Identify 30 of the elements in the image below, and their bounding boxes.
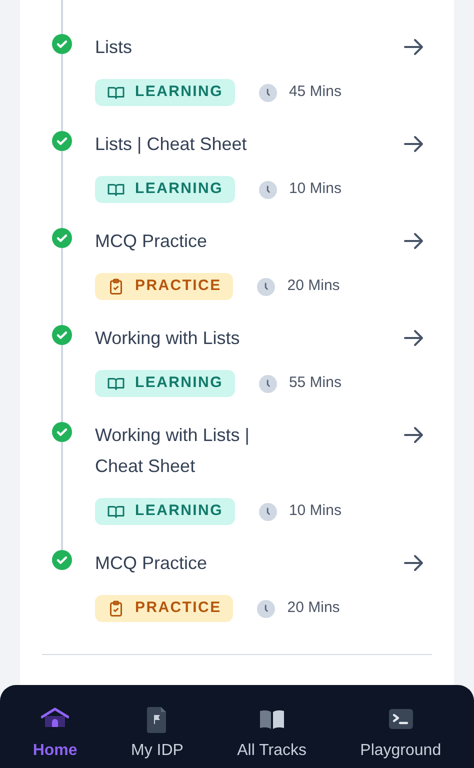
lesson-title[interactable]: Working with Lists [95, 323, 240, 354]
lesson-type-tag: LEARNING [95, 498, 235, 525]
clock-icon [258, 180, 277, 198]
clock-icon [258, 502, 277, 520]
clock-icon [258, 84, 277, 102]
clock-icon [257, 600, 276, 618]
duration-text: 10 Mins [288, 501, 342, 522]
duration-text: 10 Mins [288, 179, 342, 200]
lesson-type-tag: LEARNING [95, 79, 235, 106]
lesson-title[interactable]: MCQ Practice [95, 226, 208, 257]
lesson-type-tag: PRACTICE [95, 595, 234, 622]
nav-tab[interactable]: Home [28, 685, 82, 768]
duration-text: 20 Mins [287, 276, 340, 296]
clipboard-check-icon [107, 600, 125, 618]
lesson-title[interactable]: Lists | Cheat Sheet [95, 129, 247, 160]
duration-text: 20 Mins [287, 598, 340, 618]
lesson-title[interactable]: Working with Lists | Cheat Sheet [95, 420, 285, 482]
duration-text: 45 Mins [288, 82, 342, 102]
nav-tab[interactable]: Playground [356, 685, 446, 768]
nav-tab[interactable]: All Tracks [233, 685, 310, 768]
lesson-title[interactable]: Lists [95, 32, 132, 63]
clock-icon [257, 278, 276, 296]
lesson-title[interactable]: MCQ Practice [95, 548, 208, 579]
lesson-type-tag: LEARNING [95, 176, 235, 203]
clipboard-check-icon [107, 278, 125, 296]
clock-icon [258, 374, 277, 392]
lesson-type-tag: LEARNING [95, 370, 235, 397]
lesson-type-tag: PRACTICE [95, 273, 234, 300]
nav-tab[interactable]: My IDP [126, 685, 188, 768]
duration-text: 55 Mins [288, 373, 342, 394]
